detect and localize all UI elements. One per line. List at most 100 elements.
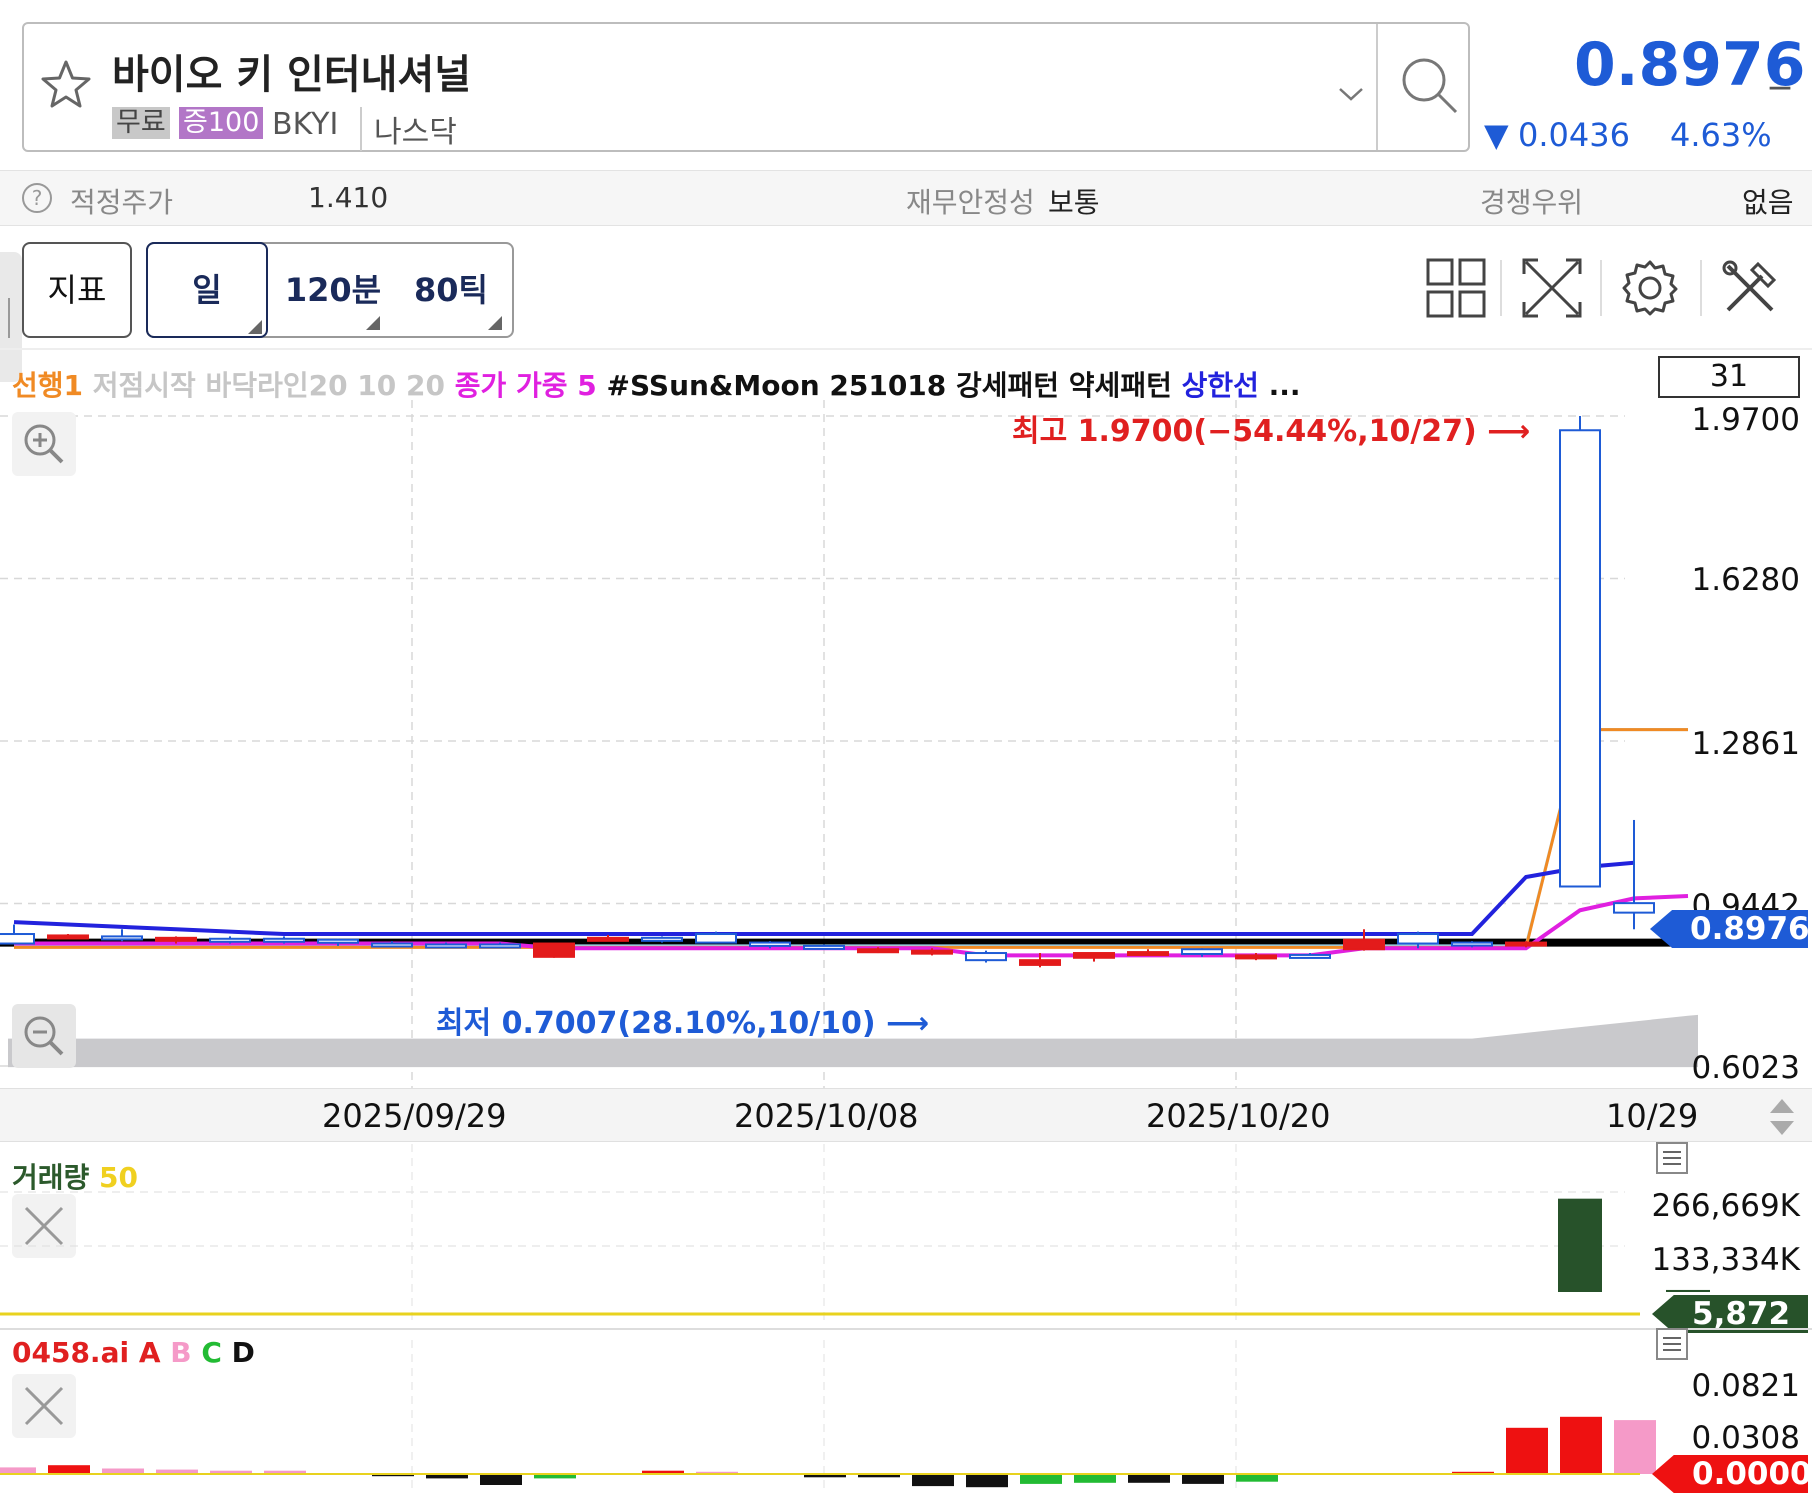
candle-body [641,936,683,942]
candle-body [1073,952,1115,959]
volume-chart[interactable] [0,1144,1812,1324]
candle-body [1343,938,1385,951]
fin-stability-label: 재무안정성 [906,186,1035,219]
zoom-in-button[interactable] [12,412,76,476]
legend-bottom-line: 저점시작 바닥라인20 10 20 [92,369,445,402]
valuation-row: ? 적정주가 1.410 재무안정성 보통 경쟁우위 없음 [0,170,1812,226]
series-line-orange [14,728,1688,949]
ai-tick: 0.0308 [1691,1420,1800,1456]
candle-body [317,938,359,944]
candle-body [533,942,575,958]
gear-icon[interactable] [1618,256,1682,320]
candle-body [0,933,35,945]
ai-bar [1560,1416,1602,1474]
candle-body [1181,948,1223,955]
candle-body [1451,941,1493,947]
volume-tick: 133,334K [1651,1242,1800,1278]
y-tick-label: 1.2861 [1691,726,1800,762]
margin-badge: 증100 [179,107,264,139]
change-percent: 4.63% [1670,116,1772,154]
x-tick-label: 2025/10/20 [1146,1097,1331,1135]
candle-body [1127,951,1169,957]
candle-body [1505,941,1547,947]
stock-selector[interactable]: 바이오 키 인터내셔널 무료 증100 BKYI 나스닥 [22,22,1470,152]
candle-body [1613,902,1655,914]
tools-icon[interactable] [1718,256,1782,320]
x-tick-label: 2025/09/29 [322,1097,507,1135]
fair-price-label: 적정주가 [70,186,174,219]
y-tick-label: 1.9700 [1691,402,1800,438]
candle-body [371,942,413,948]
side-drawer-handle[interactable] [0,252,22,382]
current-price-tag: 0.8976 [1650,910,1808,948]
divider [1376,24,1378,150]
grid-icon[interactable] [1424,256,1488,320]
change-arrow: ▼ [1484,116,1509,154]
candle-body [425,943,467,949]
candle-body [749,941,791,947]
x-axis[interactable]: 2025/09/29 2025/10/08 2025/10/20 10/29 [0,1088,1812,1142]
competitive-label: 경쟁우위 [1480,186,1584,219]
zoom-in-icon [24,424,64,464]
candle-body [1397,933,1439,945]
competitive-value: 없음 [1742,186,1794,219]
fullscreen-icon[interactable] [1520,256,1584,320]
ai-last-tag: 0.0000 [1652,1455,1808,1493]
candle-body [1289,953,1331,959]
star-icon[interactable] [38,58,94,114]
candle-body [965,952,1007,962]
price-suffix: _ [1770,44,1790,90]
candle-body [263,937,305,943]
x-tick-label: 2025/10/08 [734,1097,919,1135]
legend-weighted-close: 종가 가중 5 [454,369,597,402]
ai-indicator-chart[interactable] [0,1340,1812,1493]
zoom-out-icon [24,1016,64,1056]
search-icon[interactable] [1396,52,1466,122]
ai-bar [1236,1474,1278,1482]
chevron-down-icon[interactable] [1336,84,1366,104]
ai-bar [1614,1420,1656,1474]
low-annotation: 최저 0.7007(28.10%,10/10) ⟶ [436,1006,930,1041]
ai-bar [1128,1474,1170,1483]
series-line-cyan [14,728,1688,948]
legend-more[interactable]: ... [1269,369,1301,402]
market-name: 나스닥 [360,107,457,151]
y-tick-label: 0.6023 [1691,1050,1800,1086]
legend-leading1: 선행1 [12,369,84,402]
candle-body [47,934,89,940]
volume-bar [1558,1198,1602,1292]
candle-body [803,944,845,950]
ai-bar [912,1474,954,1487]
y-tick-label: 1.6280 [1691,562,1800,598]
ai-bar [48,1465,90,1474]
candle-body [1559,429,1601,888]
high-annotation: 최고 1.9700(−54.44%,10/27) ⟶ [1012,414,1531,449]
candle-body [587,936,629,942]
candle-body [857,948,899,954]
candle-body [695,933,737,944]
ai-bar [966,1474,1008,1488]
ai-bar [1074,1474,1116,1483]
legend-upper-line: 상한선 [1181,369,1259,402]
scroll-arrows-icon[interactable] [1766,1097,1798,1137]
ai-bar [1506,1427,1548,1474]
current-price: 0.8976 [1574,30,1806,100]
candle-body [479,943,521,949]
ai-tick: 0.0821 [1691,1368,1800,1404]
indicator-legend[interactable]: 선행1 저점시작 바닥라인20 10 20 종가 가중 5 #SSun&Moon… [12,364,1301,404]
volume-tick: 266,669K [1651,1188,1800,1224]
ai-bar [1020,1474,1062,1484]
period-count-box[interactable]: 31 [1658,356,1800,398]
candle-body [209,937,251,943]
x-tick-label: 10/29 [1606,1097,1699,1135]
legend-sun-moon: #SSun&Moon 251018 강세패턴 약세패턴 [606,369,1172,402]
fin-stability-value: 보통 [1048,186,1100,219]
zoom-out-button[interactable] [12,1004,76,1068]
change-value: 0.0436 [1518,116,1630,154]
indicator-button[interactable]: 지표 [22,242,132,338]
ai-bar [480,1474,522,1485]
price-chart[interactable] [0,400,1812,1090]
free-badge: 무료 [112,107,170,139]
candle-body [155,936,197,942]
help-icon[interactable]: ? [22,183,52,213]
